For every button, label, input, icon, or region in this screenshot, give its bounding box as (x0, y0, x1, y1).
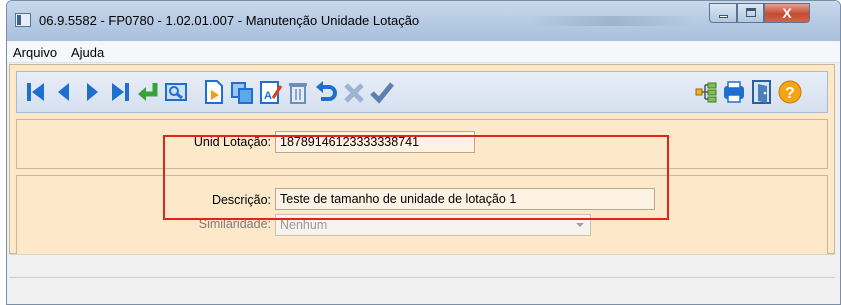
divider (9, 277, 835, 278)
first-record-icon (27, 83, 44, 101)
app-icon (15, 13, 31, 27)
close-button[interactable]: X (764, 3, 810, 23)
menu-item-arquivo[interactable]: Arquivo (13, 45, 57, 60)
copy-icon (231, 82, 253, 104)
edit-icon: A (260, 81, 283, 104)
minimize-button[interactable] (709, 3, 737, 23)
exit-icon (752, 80, 771, 104)
goto-icon (138, 83, 158, 101)
last-record-button[interactable] (107, 78, 133, 106)
menu-bar: Arquivo Ajuda (7, 41, 840, 63)
exit-button[interactable] (749, 78, 775, 106)
close-icon: X (782, 5, 792, 21)
save-icon (370, 82, 394, 104)
similaridade-selected-value: Nenhum (280, 218, 328, 232)
toolbar: A ? (16, 71, 828, 113)
search-button[interactable] (163, 78, 189, 106)
print-icon (724, 81, 744, 103)
maximize-icon (746, 8, 756, 17)
search-icon (165, 83, 187, 101)
chevron-down-icon (576, 223, 584, 227)
goto-button[interactable] (135, 78, 161, 106)
confirm-button[interactable] (369, 78, 395, 106)
first-record-button[interactable] (23, 78, 49, 106)
new-record-button[interactable] (201, 78, 227, 106)
copy-button[interactable] (229, 78, 255, 106)
previous-record-button[interactable] (51, 78, 77, 106)
last-record-icon (112, 83, 129, 101)
related-icon (695, 82, 717, 103)
highlight-box (163, 135, 669, 220)
next-record-icon (87, 83, 98, 101)
help-icon: ? (778, 80, 802, 104)
previous-record-icon (58, 83, 69, 101)
title-bar-blurred-area (527, 16, 697, 26)
related-button[interactable] (693, 78, 719, 106)
print-button[interactable] (721, 78, 747, 106)
svg-text:?: ? (785, 85, 795, 102)
svg-text:A: A (264, 90, 272, 102)
status-area (9, 254, 835, 304)
delete-button[interactable] (285, 78, 311, 106)
application-window: 06.9.5582 - FP0780 - 1.02.01.007 - Manut… (6, 0, 841, 305)
menu-item-ajuda[interactable]: Ajuda (71, 45, 104, 60)
window-title: 06.9.5582 - FP0780 - 1.02.01.007 - Manut… (39, 13, 420, 28)
maximize-button[interactable] (737, 3, 764, 23)
delete-icon (289, 83, 307, 104)
new-record-icon (205, 80, 223, 104)
cancel-icon (344, 83, 364, 103)
undo-button[interactable] (313, 78, 339, 106)
help-button[interactable]: ? (777, 78, 803, 106)
cancel-button[interactable] (341, 78, 367, 106)
edit-button[interactable]: A (257, 78, 283, 106)
minimize-icon (719, 15, 728, 18)
title-bar[interactable]: 06.9.5582 - FP0780 - 1.02.01.007 - Manut… (7, 1, 840, 41)
undo-icon (316, 81, 337, 101)
next-record-button[interactable] (79, 78, 105, 106)
